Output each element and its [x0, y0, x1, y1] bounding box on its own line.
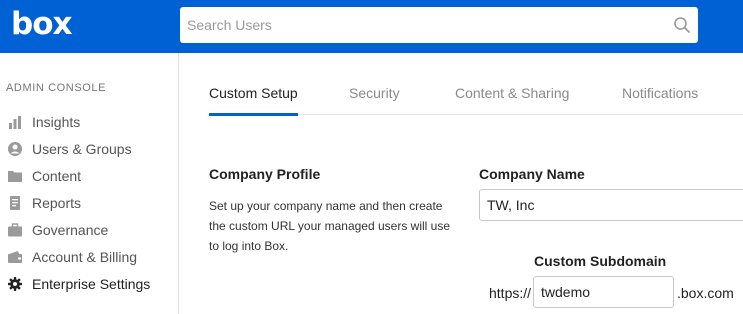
sidebar-item-label: Users & Groups: [32, 140, 132, 157]
custom-subdomain-input[interactable]: [533, 276, 674, 308]
custom-subdomain-label: Custom Subdomain: [534, 253, 667, 269]
sidebar-item-account-billing[interactable]: Account & Billing: [0, 243, 178, 270]
subdomain-prefix: https://: [489, 285, 532, 301]
admin-sidebar: ADMIN CONSOLE Insights Users & Groups Co…: [0, 53, 179, 314]
folder-icon: [7, 168, 23, 184]
sidebar-item-governance[interactable]: Governance: [0, 216, 178, 243]
search-box: [180, 7, 698, 43]
search-icon[interactable]: [673, 16, 691, 34]
sidebar-item-insights[interactable]: Insights: [0, 108, 178, 135]
tab-notifications[interactable]: Notifications: [622, 53, 698, 115]
sidebar-item-reports[interactable]: Reports: [0, 189, 178, 216]
sidebar-item-enterprise-settings[interactable]: Enterprise Settings: [0, 270, 178, 297]
top-bar: box: [0, 0, 743, 53]
sidebar-item-label: Insights: [32, 113, 81, 130]
subdomain-suffix: .box.com: [677, 285, 734, 301]
wallet-icon: [7, 249, 23, 265]
sidebar-item-label: Account & Billing: [32, 248, 138, 265]
user-circle-icon: [7, 141, 23, 157]
tab-custom-setup[interactable]: Custom Setup: [209, 53, 298, 116]
sidebar-item-label: Content: [32, 167, 82, 184]
sidebar-item-content[interactable]: Content: [0, 162, 178, 189]
sidebar-heading: ADMIN CONSOLE: [6, 82, 107, 94]
bar-chart-icon: [7, 114, 23, 130]
settings-tabs: Custom Setup Security Content & Sharing …: [209, 53, 743, 116]
company-name-label: Company Name: [479, 166, 585, 182]
sidebar-item-label: Governance: [32, 221, 109, 238]
company-name-input[interactable]: [479, 189, 743, 221]
box-logo[interactable]: box: [11, 4, 72, 44]
company-profile-title: Company Profile: [209, 166, 321, 182]
gear-icon: [7, 276, 23, 292]
sidebar-item-label: Reports: [32, 194, 82, 211]
tab-content-sharing[interactable]: Content & Sharing: [455, 53, 569, 115]
report-icon: [7, 195, 23, 211]
sidebar-item-users-groups[interactable]: Users & Groups: [0, 135, 178, 162]
sidebar-item-label: Enterprise Settings: [32, 275, 151, 292]
search-input[interactable]: [180, 7, 660, 43]
company-profile-description: Set up your company name and then create…: [209, 199, 450, 253]
tab-security[interactable]: Security: [349, 53, 400, 115]
briefcase-icon: [7, 222, 23, 238]
